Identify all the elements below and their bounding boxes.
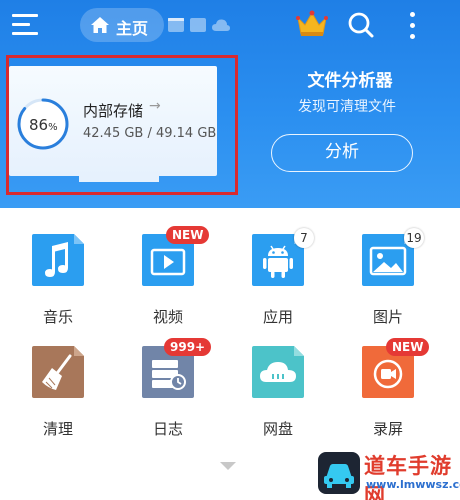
tab-shortcuts [168,18,232,34]
search-icon[interactable] [346,10,376,40]
crown-icon[interactable] [296,10,328,38]
watermark-title: 道车手游网 [364,454,452,500]
category-label: 音乐 [42,308,73,326]
category-apps[interactable]: 7 应用 [236,228,316,342]
category-images[interactable]: 19 图片 [346,228,426,342]
new-badge: NEW [386,338,430,356]
home-icon [91,17,109,33]
category-label: 清理 [42,420,73,438]
expand-caret-icon[interactable] [220,462,236,470]
new-badge: NEW [166,226,210,244]
analyzer-subtitle: 发现可清理文件 [298,99,396,115]
highlight-frame [6,55,238,195]
count-badge: 7 [294,228,314,248]
watermark-logo [318,452,360,494]
cloud-drive-icon [252,346,304,398]
category-log[interactable]: 999+ 日志 [126,338,212,454]
category-label: 视频 [152,308,183,326]
music-icon [32,234,84,286]
analyze-button[interactable]: 分析 [271,134,413,172]
category-music[interactable]: 音乐 [16,232,96,342]
menu-icon[interactable] [10,10,42,40]
cloud-icon[interactable] [212,18,230,32]
count-badge: 19 [404,228,424,248]
category-label: 应用 [262,308,293,326]
broom-icon [32,346,84,398]
analyzer-title: 文件分析器 [307,71,393,91]
more-vertical-icon[interactable] [404,10,420,42]
category-cloud-drive[interactable]: 网盘 [236,344,316,454]
category-clean[interactable]: 清理 [16,344,96,454]
card-icon[interactable] [190,18,206,32]
count-badge: 999+ [164,338,212,356]
category-label: 图片 [372,308,403,326]
watermark-url: www.lmwwsz.com [366,478,460,491]
category-screen-record[interactable]: NEW 录屏 [346,338,430,454]
home-tab[interactable]: 主页 [80,8,164,42]
category-label: 录屏 [372,420,403,438]
category-label: 日志 [152,420,183,438]
home-tab-label: 主页 [116,19,149,38]
window-icon[interactable] [168,18,184,32]
category-video[interactable]: NEW 视频 [126,226,210,342]
category-label: 网盘 [262,420,293,438]
